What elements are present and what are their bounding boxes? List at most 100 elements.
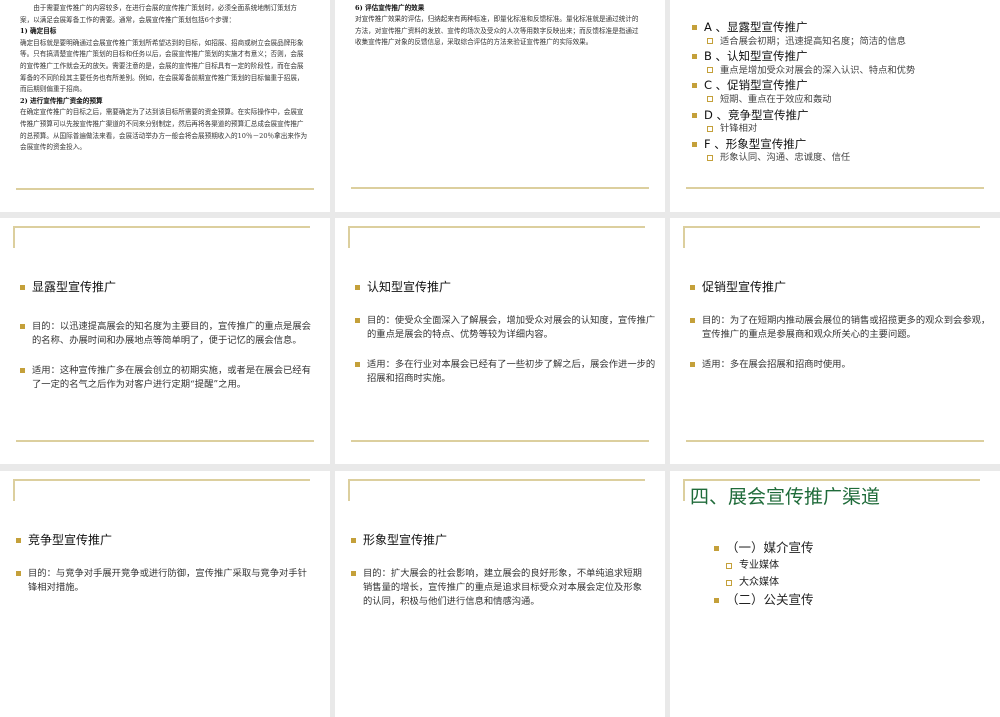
slide-thumbnail-1[interactable]: 由于需要宣传推广的内容较多，在进行会展的宣传推广策划时，必须全面系统地制订策划方… [0,0,330,212]
sub-item: 重点是增加受众对展会的深入认识、特点和优势 [692,64,915,79]
item-title: B 、认知型宣传推广 [704,49,808,64]
paragraph: 对宣传推广效果的评估，归纳起来有两种标准，即量化标准和反馈标准。量化标准就是通过… [355,15,639,47]
list-item: B 、认知型宣传推广 [692,49,915,64]
bullet-icon [692,112,697,118]
bullet-list: A 、显露型宣传推广 适合展会初期；迅速提高知名度；简洁的信息 B 、认知型宣传推广… [692,20,915,166]
title-frame [13,479,310,501]
title-frame [348,226,645,248]
sub-item: 专业媒体 [714,557,814,574]
bullet-point: 目的：为了在短期内推动展会展位的销售或招揽更多的观众到会参观，宣传推广的重点是参… [690,314,992,342]
slide-thumbnail-8[interactable]: 形象型宣传推广目的：扩大展会的社会影响，建立展会的良好形象，不单纯追求短期销售量… [335,471,665,717]
bullet-icon [355,362,360,367]
bullet-icon [16,571,21,576]
list-item: （二）公关宣传 [714,591,814,609]
point-text: 目的：为了在短期内推动展会展位的销售或招揽更多的观众到会参观，宣传推广的重点是参… [702,315,991,340]
slide-title: 显露型宣传推广 [20,278,116,295]
bullet-icon [714,546,719,551]
slide-title: 促销型宣传推广 [690,278,786,295]
divider [686,440,984,442]
slide-thumbnail-2[interactable]: 如会展的理念、优势和特点及VI形象等。不管会展向外界宣传推广的是怎样的信息，都必… [335,0,665,212]
list-item: （一）媒介宣传 [714,539,814,557]
slide-body: 目的：扩大展会的社会影响，建立展会的良好形象，不单纯追求短期销售量的增长，宣传推… [351,567,647,625]
item-title: A 、显露型宣传推广 [704,20,808,34]
sub-item-text: 形象认同、沟通、忠诚度、信任 [720,152,851,164]
bullet-icon [351,571,356,576]
bullet-icon [690,285,695,290]
bullet-icon [355,285,360,290]
hollow-bullet-icon [707,38,713,45]
title-text: 显露型宣传推广 [32,280,117,294]
section-heading: 1) 确定目标 [20,27,57,36]
bullet-icon [20,285,25,290]
list-item: A 、显露型宣传推广 [692,20,915,35]
section-heading: 6) 评估宣传推广的效果 [355,3,425,12]
bullet-list: （一）媒介宣传专业媒体 大众媒体 （二）公关宣传 [714,539,814,609]
slide-thumbnail-6[interactable]: 促销型宣传推广目的：为了在短期内推动展会展位的销售或招揽更多的观众到会参观，宣传… [670,218,1000,464]
sub-item-text: 重点是增加受众对展会的深入认识、特点和优势 [720,64,916,76]
sub-item: 短期、重点在于效应和轰动 [692,93,915,108]
bullet-point: 目的：与竞争对手展开竞争或进行防御，宣传推广采取与竞争对手针锋相对措施。 [16,567,312,595]
item-title: F 、形象型宣传推广 [704,136,807,151]
sub-item-text: 短期、重点在于效应和轰动 [720,93,832,105]
list-item: C 、促销型宣传推广 [692,78,915,93]
paragraph: 在确定宣传推广的目标之后，需要确定为了达到该目标所需要的资金预算。在实际操作中，… [20,108,308,152]
paragraph: 由于需要宣传推广的内容较多，在进行会展的宣传推广策划时，必须全面系统地制订策划方… [20,4,297,24]
point-text: 目的：使受众全面深入了解展会，增加受众对展会的认知度，宣传推广的重点是展会的特点… [367,315,656,340]
sub-item-text: 适合展会初期；迅速提高知名度；简洁的信息 [720,35,906,47]
bullet-point: 适用：多在行业对本展会已经有了一些初步了解之后，展会作进一步的招展和招商时实施。 [355,358,661,386]
slide-body: 目的：为了在短期内推动展会展位的销售或招揽更多的观众到会参观，宣传推广的重点是参… [690,314,992,388]
point-text: 目的：扩大展会的社会影响，建立展会的良好形象，不单纯追求短期销售量的增长，宣传推… [363,568,642,607]
divider [351,187,649,189]
title-frame [13,226,310,248]
title-frame [348,479,645,501]
bullet-point: 目的：扩大展会的社会影响，建立展会的良好形象，不单纯追求短期销售量的增长，宣传推… [351,567,647,609]
hollow-bullet-icon [707,96,713,103]
list-item: D 、竞争型宣传推广 [692,108,915,123]
hollow-bullet-icon [726,562,732,569]
point-text: 适用：多在展会招展和招商时使用。 [702,359,851,370]
sub-item: 大众媒体 [714,574,814,591]
slide-title: 认知型宣传推广 [355,278,451,295]
bullet-icon [351,538,356,543]
slide-body: 目的：与竞争对手展开竞争或进行防御，宣传推广采取与竞争对手针锋相对措施。 [16,567,312,611]
item-title: （一）媒介宣传 [726,540,814,555]
sub-item-text: 针锋相对 [720,123,758,135]
divider [686,187,984,189]
title-frame [683,226,980,248]
section-heading: 2) 进行宣传推广资金的预算 [20,96,103,105]
slide-thumbnail-9[interactable]: 四、展会宣传推广渠道 （一）媒介宣传专业媒体 大众媒体 （二）公关宣传 [670,471,1000,717]
hollow-bullet-icon [707,125,713,132]
bullet-icon [20,324,25,329]
bullet-icon [355,318,360,323]
bullet-point: 目的：以迅速提高展会的知名度为主要目的，宣传推广的重点是展会的名称、办展时间和办… [20,320,318,348]
bullet-point: 适用：多在展会招展和招商时使用。 [690,358,992,372]
bullet-icon [692,141,697,147]
bullet-point: 目的：使受众全面深入了解展会，增加受众对展会的认知度，宣传推广的重点是展会的特点… [355,314,661,342]
hollow-bullet-icon [726,579,732,586]
bullet-point: 适用：这种宣传推广多在展会创立的初期实施，或者是在展会已经有了一定的名气之后作为… [20,364,318,392]
slide-text: 如会展的理念、优势和特点及VI形象等。不管会展向外界宣传推广的是怎样的信息，都必… [355,0,645,49]
divider [351,440,649,442]
list-item: F 、形象型宣传推广 [692,137,915,152]
slide-thumbnail-7[interactable]: 竞争型宣传推广 目的：与竞争对手展开竞争或进行防御，宣传推广采取与竞争对手针锋相对… [0,471,330,717]
bullet-icon [692,83,697,89]
item-title: C 、促销型宣传推广 [704,78,808,93]
slide-title: 形象型宣传推广 [351,531,447,548]
bullet-icon [690,362,695,367]
slide-text: 由于需要宣传推广的内容较多，在进行会展的宣传推广策划时，必须全面系统地制订策划方… [20,3,310,154]
slide-thumbnail-3[interactable]: A 、显露型宣传推广 适合展会初期；迅速提高知名度；简洁的信息 B 、认知型宣传推广… [670,0,1000,212]
divider [16,188,314,190]
slide-thumbnail-4[interactable]: 显露型宣传推广目的：以迅速提高展会的知名度为主要目的，宣传推广的重点是展会的名称… [0,218,330,464]
point-text: 目的：与竞争对手展开竞争或进行防御，宣传推广采取与竞争对手针锋相对措施。 [28,568,307,593]
sub-item: 针锋相对 [692,122,915,137]
bullet-icon [692,54,697,60]
bullet-icon [714,598,719,603]
hollow-bullet-icon [707,154,713,161]
point-text: 适用：多在行业对本展会已经有了一些初步了解之后，展会作进一步的招展和招商时实施。 [367,359,656,384]
bullet-icon [692,25,697,30]
title-text: 促销型宣传推广 [702,280,787,294]
paragraph: 确定目标就是要明确通过会展宣传推广策划所希望达到的目标，如招展、招商或树立会展品… [20,38,304,94]
slide-heading: 四、展会宣传推广渠道 [690,486,881,508]
slide-thumbnail-5[interactable]: 认知型宣传推广目的：使受众全面深入了解展会，增加受众对展会的认知度，宣传推广的重… [335,218,665,464]
sub-item: 形象认同、沟通、忠诚度、信任 [692,151,915,166]
